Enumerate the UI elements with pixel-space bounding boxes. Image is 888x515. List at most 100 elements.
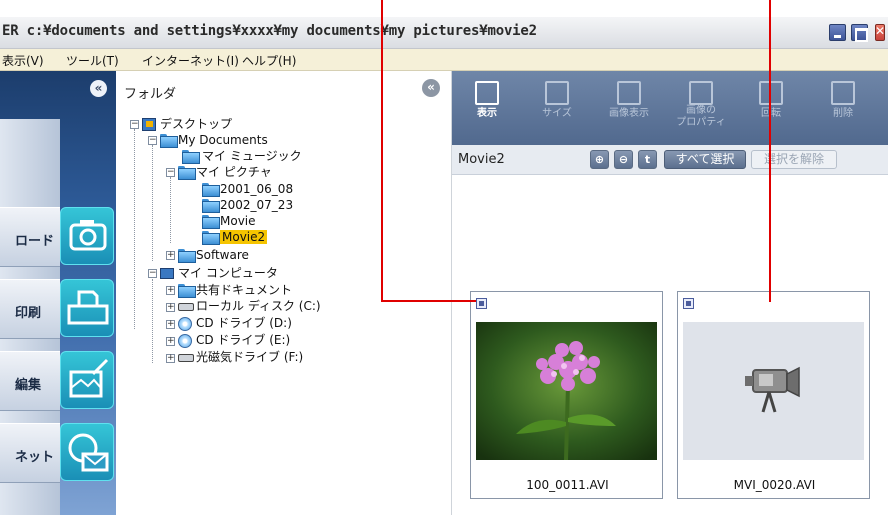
menu-tools[interactable]: ツール(T) [66,52,119,69]
image-properties-button[interactable]: 画像の プロパティ [670,75,732,139]
up-button[interactable]: t [638,150,657,169]
flower-thumbnail-image [476,322,657,461]
sidebar-item-label: 印刷 [15,306,42,321]
sidebar-item-load[interactable]: ロード [0,207,60,267]
folder-icon [182,150,200,164]
tree-collapse-toggle[interactable]: − [130,120,139,129]
task-sidebar: « ロード 印刷 編集 ネット [0,71,116,515]
video-placeholder-image [683,322,864,460]
tree-node-my-music[interactable]: マイ ミュージック [202,150,302,163]
tree-node-cd-d[interactable]: CD ドライブ (D:) [196,317,292,330]
tree-expand-toggle[interactable]: + [166,251,175,260]
rotate-button[interactable]: 回転 [740,75,802,139]
movie-badge-icon [476,298,487,309]
tree-node-mo-f[interactable]: 光磁気ドライブ (F:) [196,351,303,364]
tree-node-2001-06-08[interactable]: 2001_06_08 [220,183,293,196]
delete-button[interactable]: 削除 [812,75,874,139]
image-icon [617,81,641,105]
tree-node-cd-e[interactable]: CD ドライブ (E:) [196,334,290,347]
file-thumbnail[interactable]: MVI_0020.AVI [677,291,870,499]
movie-badge-icon [683,298,694,309]
video-camera-icon [745,366,800,413]
window-title: ER c:¥documents and settings¥xxxx¥my doc… [2,23,537,39]
tree-node-shared-docs[interactable]: 共有ドキュメント [196,284,292,297]
camera-icon[interactable] [60,207,114,265]
tree-line [152,145,153,261]
tree-node-2002-07-23[interactable]: 2002_07_23 [220,199,293,212]
sidebar-item-edit[interactable]: 編集 [0,351,60,411]
callout-line [381,0,383,302]
sidebar-item-print[interactable]: 印刷 [0,279,60,339]
mo-drive-icon [178,354,194,362]
tree-node-software[interactable]: Software [196,249,249,262]
printer-icon[interactable] [60,279,114,337]
tree-line [134,129,135,329]
tree-expand-toggle[interactable]: + [166,320,175,329]
minimize-button[interactable] [829,24,846,41]
tree-node-my-documents[interactable]: My Documents [178,134,268,147]
folder-open-icon [202,231,220,245]
file-name: MVI_0020.AVI [733,478,816,492]
callout-line [769,0,771,302]
tree-expand-toggle[interactable]: + [166,337,175,346]
desktop-icon [142,118,156,131]
menu-internet[interactable]: インターネット(I) [142,52,239,69]
sidebar-item-label: ネット [15,450,55,465]
edit-icon[interactable] [60,351,114,409]
view-button[interactable]: 表示 [456,75,518,139]
folder-open-icon [160,134,178,148]
file-name: 100_0011.AVI [526,478,609,492]
deselect-button[interactable]: 選択を解除 [751,150,837,169]
menu-view[interactable]: 表示(V) [2,52,44,69]
cd-drive-icon [178,334,192,348]
computer-icon [160,268,174,279]
sidebar-item-label: ロード [15,234,55,249]
folder-icon [178,284,196,298]
toolbar: 表示 サイズ 画像表示 画像の プロパティ 回転 削除 [452,71,888,145]
tree-line [170,177,171,243]
tree-node-movie[interactable]: Movie [220,215,256,228]
tree-node-my-pictures[interactable]: マイ ピクチャ [196,166,272,179]
path-bar: Movie2 ⊕ ⊖ t すべて選択 選択を解除 [452,145,888,175]
tree-node-desktop[interactable]: デスクトップ [160,118,232,131]
tree-expand-toggle[interactable]: + [166,354,175,363]
file-thumbnail[interactable]: 100_0011.AVI [470,291,663,499]
size-button[interactable]: サイズ [526,75,588,139]
close-button[interactable] [875,24,885,41]
maximize-button[interactable] [851,24,868,42]
tree-line [152,279,153,363]
current-folder-label: Movie2 [458,152,505,167]
tree-collapse-toggle[interactable]: − [148,269,157,278]
title-bar: ER c:¥documents and settings¥xxxx¥my doc… [0,17,888,49]
folder-icon [202,215,220,229]
tree-expand-toggle[interactable]: + [166,286,175,295]
zoom-in-button[interactable]: ⊕ [590,150,609,169]
tree-collapse-toggle[interactable]: − [166,168,175,177]
folder-panel: フォルダ « − デスクトップ − My Documents マイ ミュージック… [116,71,452,515]
zoom-out-button[interactable]: ⊖ [614,150,633,169]
properties-icon [689,81,713,105]
tree-collapse-toggle[interactable]: − [148,136,157,145]
tree-node-movie2[interactable]: Movie2 [220,230,268,244]
folder-panel-header: フォルダ « [116,71,452,111]
folder-collapse-button[interactable]: « [422,79,440,97]
folder-icon [202,199,220,213]
rotate-icon [759,81,783,105]
menu-help[interactable]: ヘルプ(H) [242,52,296,69]
tree-expand-toggle[interactable]: + [166,303,175,312]
tree-node-local-disk[interactable]: ローカル ディスク (C:) [196,300,321,313]
sidebar-item-net[interactable]: ネット [0,423,60,483]
view-icon [475,81,499,105]
content-area: 表示 サイズ 画像表示 画像の プロパティ 回転 削除 Movie2 ⊕ ⊖ t… [452,71,888,515]
image-view-button[interactable]: 画像表示 [598,75,660,139]
sidebar-item-label: 編集 [15,378,42,393]
select-all-button[interactable]: すべて選択 [664,150,746,169]
cd-drive-icon [178,317,192,331]
trash-icon [831,81,855,105]
internet-mail-icon[interactable] [60,423,114,481]
folder-open-icon [178,166,196,180]
tree-node-my-computer[interactable]: マイ コンピュータ [178,267,278,280]
folder-panel-title: フォルダ [124,87,177,102]
sidebar-collapse-button[interactable]: « [90,80,107,97]
hard-drive-icon [178,303,194,311]
